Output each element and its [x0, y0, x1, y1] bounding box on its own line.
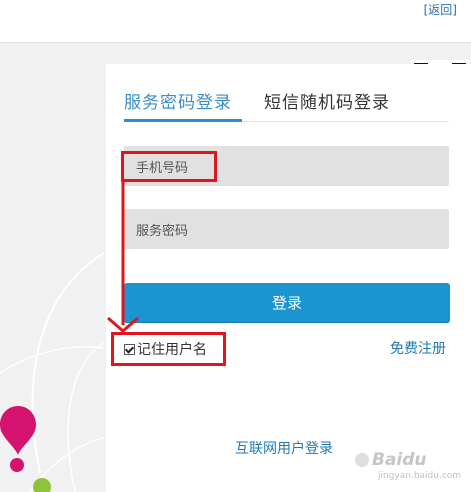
watermark-brand: Baidu — [372, 450, 427, 470]
watermark-sub: jingyan.baidu.com — [378, 471, 462, 481]
annotation-arrow — [107, 182, 139, 333]
